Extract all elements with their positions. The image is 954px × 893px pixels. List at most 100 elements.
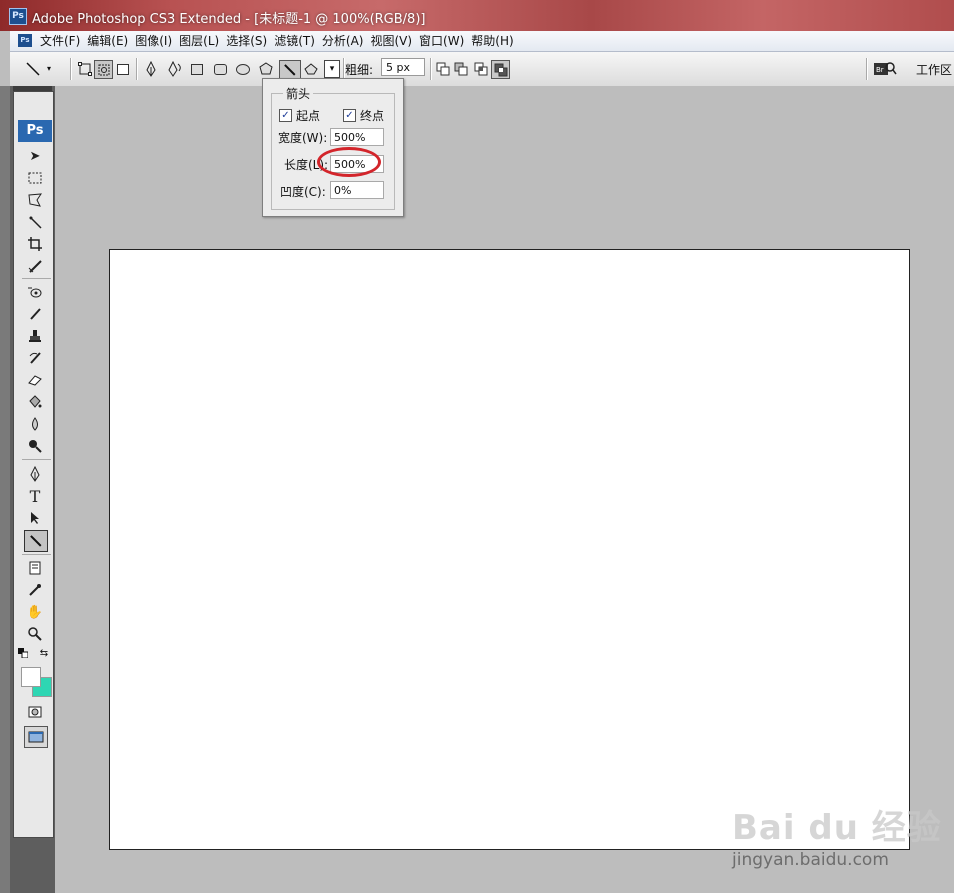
menu-view[interactable]: 视图(V) [370, 33, 419, 49]
freeform-pen-button[interactable] [166, 60, 184, 78]
screen-mode-button[interactable] [24, 726, 48, 748]
tool-preset-picker[interactable] [24, 60, 44, 78]
intersect-shape-areas-button[interactable] [472, 60, 490, 78]
window-title: Adobe Photoshop CS3 Extended - [未标题-1 @ … [32, 12, 426, 27]
rectangle-tool-button[interactable] [188, 60, 206, 78]
menu-edit[interactable]: 编辑(E) [87, 33, 135, 49]
blur-tool[interactable] [24, 414, 46, 434]
photoshop-app-icon: Ps [9, 8, 27, 25]
document-canvas[interactable] [109, 249, 910, 850]
end-checkbox-box[interactable]: ✓ [343, 109, 356, 122]
clone-stamp-icon [29, 330, 41, 342]
path-selection-icon [31, 512, 39, 524]
path-selection-tool[interactable] [24, 508, 46, 528]
weight-input[interactable]: 5 px [381, 58, 425, 76]
history-brush-tool[interactable] [24, 348, 46, 368]
bridge-button[interactable]: Br [872, 59, 898, 79]
swap-arrows-icon: ⇆ [39, 647, 49, 659]
menu-bar: Ps 文件(F) 编辑(E) 图像(I) 图层(L) 选择(S) 滤镜(T) 分… [10, 31, 954, 52]
eyedropper-tool[interactable] [24, 580, 46, 600]
baidu-jingyan-watermark-logo: Bai du 经验 [732, 808, 942, 848]
lasso-tool[interactable] [24, 190, 46, 210]
toolbox: ▸▸ Ps ➤ T ✋ ⇆ [10, 86, 55, 893]
width-label: 宽度(W): [278, 131, 328, 145]
ellipse-tool-button[interactable] [234, 60, 252, 78]
foreground-color-swatch[interactable] [21, 667, 41, 687]
menu-ps-icon[interactable]: Ps [18, 34, 32, 47]
eyedropper-icon [29, 584, 41, 596]
separator [70, 58, 72, 80]
marquee-icon [28, 172, 42, 184]
separator [866, 58, 868, 80]
fill-pixels-mode-button[interactable] [114, 60, 132, 78]
concavity-input[interactable]: 0% [330, 181, 384, 199]
photoshop-logo[interactable]: Ps [18, 120, 52, 142]
magic-wand-tool[interactable] [24, 212, 46, 232]
default-colors-button[interactable] [18, 648, 28, 658]
pen-tool-button[interactable] [142, 60, 160, 78]
pen-tool[interactable] [24, 464, 46, 484]
line-tool-button[interactable] [279, 60, 301, 79]
menu-select[interactable]: 选择(S) [226, 33, 274, 49]
dodge-icon [29, 440, 42, 453]
tools-panel: Ps ➤ T ✋ ⇆ [13, 91, 54, 838]
add-to-shape-area-button[interactable] [434, 60, 452, 78]
crop-tool[interactable] [24, 234, 46, 254]
left-edge-strip [0, 86, 10, 893]
menu-window[interactable]: 窗口(W) [419, 33, 471, 49]
menu-layer[interactable]: 图层(L) [179, 33, 226, 49]
clone-stamp-tool[interactable] [24, 326, 46, 346]
notes-tool[interactable] [24, 558, 46, 578]
subtract-shape-area-icon [454, 62, 468, 76]
shape-layers-icon [78, 62, 92, 76]
start-checkbox-box[interactable]: ✓ [279, 109, 292, 122]
polygon-icon [259, 62, 273, 75]
move-tool[interactable]: ➤ [24, 146, 46, 166]
line-icon [284, 64, 296, 75]
quick-mask-button[interactable] [24, 702, 46, 722]
width-input[interactable]: 500% [330, 128, 384, 146]
intersect-shape-areas-icon [474, 62, 488, 76]
end-checkbox[interactable]: ✓ 终点 [343, 107, 384, 124]
type-tool[interactable]: T [24, 486, 46, 506]
line-tool-icon [26, 62, 40, 76]
marquee-tool[interactable] [24, 168, 46, 188]
workspace-menu[interactable]: 工作区 [916, 61, 952, 78]
zoom-tool[interactable] [24, 624, 46, 644]
exclude-overlapping-areas-button[interactable] [491, 60, 510, 79]
geometry-options-dropdown[interactable]: ▾ [324, 60, 340, 78]
separator [430, 58, 432, 80]
blur-drop-icon [32, 417, 38, 431]
menu-filter[interactable]: 滤镜(T) [274, 33, 322, 49]
eraser-tool[interactable] [24, 370, 46, 390]
paths-icon [98, 64, 109, 75]
line-tool[interactable] [24, 530, 48, 552]
swap-colors-button[interactable]: ⇆ [38, 647, 50, 659]
custom-shape-tool-button[interactable] [302, 60, 320, 78]
menu-image[interactable]: 图像(I) [135, 33, 179, 49]
paint-bucket-tool[interactable] [24, 392, 46, 412]
slice-tool[interactable] [24, 256, 46, 276]
screen-mode-icon [28, 731, 44, 743]
eraser-icon [28, 375, 42, 386]
menu-help[interactable]: 帮助(H) [471, 33, 520, 49]
hand-tool[interactable]: ✋ [24, 602, 46, 622]
start-checkbox[interactable]: ✓ 起点 [279, 107, 320, 124]
brush-tool[interactable] [24, 304, 46, 324]
crop-icon [28, 237, 42, 251]
paths-mode-button[interactable] [94, 60, 113, 79]
menu-analysis[interactable]: 分析(A) [322, 33, 371, 49]
pen-icon [30, 466, 40, 482]
polygon-tool-button[interactable] [257, 60, 275, 78]
freeform-pen-icon [168, 61, 181, 77]
rectangle-icon [191, 63, 203, 75]
shape-layers-mode-button[interactable] [76, 60, 94, 78]
subtract-shape-area-button[interactable] [452, 60, 470, 78]
rounded-rectangle-tool-button[interactable] [211, 60, 229, 78]
notes-icon [29, 561, 41, 575]
preset-dropdown-arrow-icon[interactable]: ▾ [45, 63, 53, 73]
menu-file[interactable]: 文件(F) [40, 33, 87, 49]
bridge-search-icon: Br [874, 62, 897, 75]
spot-healing-brush-tool[interactable] [24, 282, 46, 302]
dodge-tool[interactable] [24, 436, 46, 456]
